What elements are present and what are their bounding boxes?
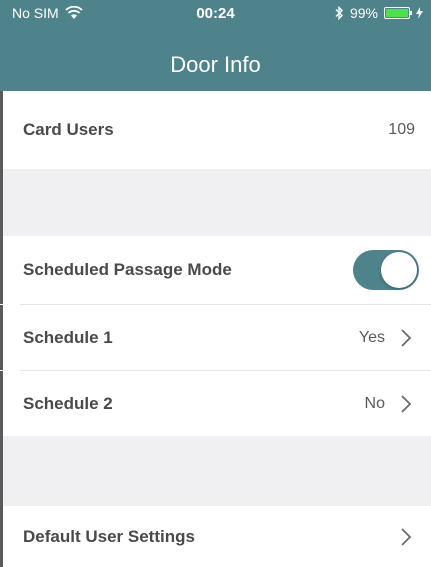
schedule-2-row[interactable]: Schedule 2 No [0,371,431,436]
battery-icon [384,7,414,19]
schedule-2-label: Schedule 2 [23,393,113,413]
schedule-1-label: Schedule 1 [23,327,113,347]
chevron-right-icon [401,394,412,413]
charging-bolt-icon [416,7,423,19]
card-users-count: 109 [388,121,415,138]
status-bar: No SIM 00:24 99% [0,0,431,28]
card-users-label: Card Users [23,120,114,139]
default-user-settings-row[interactable]: Default User Settings [0,506,431,567]
schedule-2-value: No [364,394,385,412]
scheduled-passage-mode-label: Scheduled Passage Mode [23,260,232,279]
default-user-settings-label: Default User Settings [23,526,195,546]
bluetooth-icon [335,6,343,20]
chevron-right-icon [401,328,412,347]
battery-percent: 99% [349,5,378,21]
door-info-screen: No SIM 00:24 99% Door Info Card Users 10… [0,0,431,567]
section-separator [0,169,431,236]
chevron-right-icon [401,527,412,546]
battery-status: 99% [334,5,423,21]
scheduled-passage-mode-toggle[interactable] [353,250,419,290]
toggle-knob [381,252,417,288]
schedule-1-row[interactable]: Schedule 1 Yes [0,305,431,370]
schedule-1-value: Yes [358,328,385,346]
navigation-header: No SIM 00:24 99% Door Info [0,0,431,91]
card-users-row[interactable]: Card Users 109 [0,91,431,169]
scheduled-passage-mode-row: Scheduled Passage Mode [0,236,431,304]
page-title: Door Info [170,52,261,77]
section-separator [0,436,431,506]
